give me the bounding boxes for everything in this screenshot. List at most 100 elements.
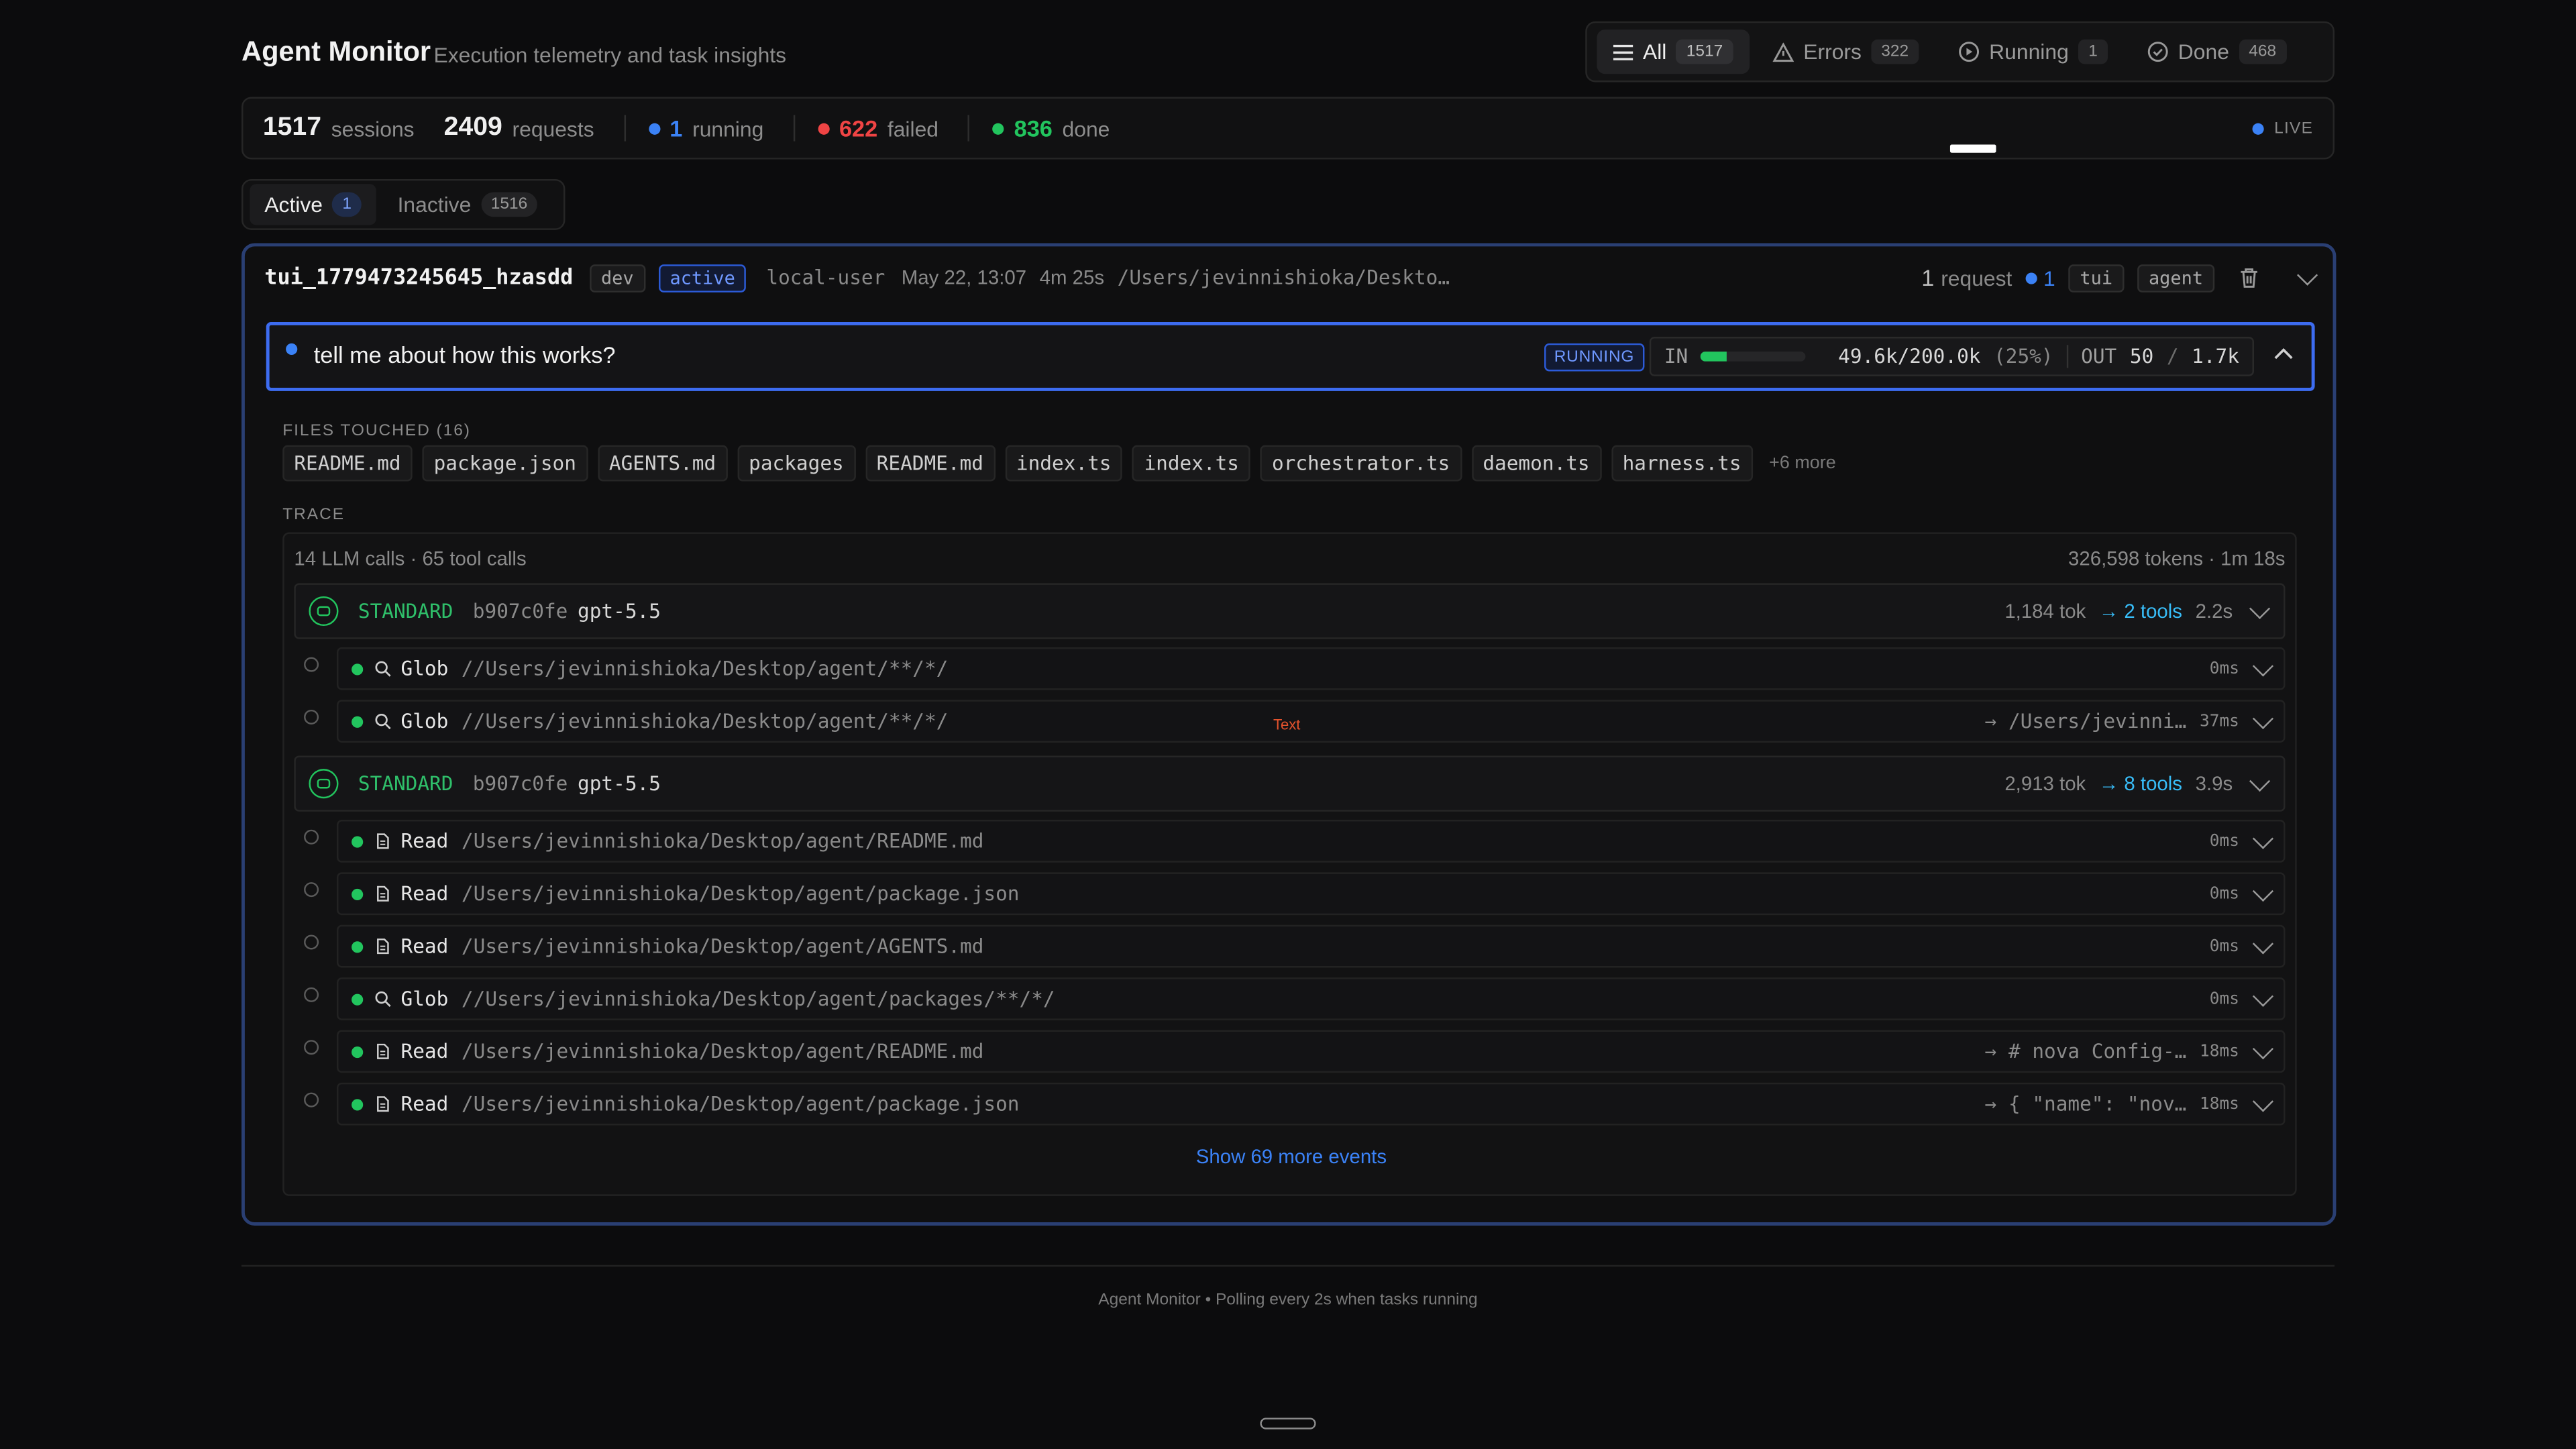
file-chip[interactable]: README.md (282, 445, 413, 482)
file-chip[interactable]: package.json (422, 445, 588, 482)
session-tag: agent (2137, 264, 2215, 292)
tool-time: 18ms (2199, 1095, 2239, 1114)
tool-call-row[interactable]: Read /Users/jevinnishioka/Desktop/agent/… (337, 924, 2286, 968)
chevron-down-icon[interactable] (2252, 1090, 2274, 1112)
tool-call-row[interactable]: Glob //Users/jevinnishioka/Desktop/agent… (337, 700, 2286, 743)
chevron-down-icon[interactable] (2252, 932, 2274, 954)
tool-name: Read (400, 1092, 449, 1116)
play-circle-icon (1958, 42, 1979, 62)
filter-done[interactable]: Done 468 (2131, 30, 2303, 74)
filter-count: 322 (1871, 39, 1919, 64)
tab-active[interactable]: Active 1 (250, 184, 376, 225)
filter-label: Done (2178, 39, 2229, 64)
tool-time: 0ms (2209, 937, 2239, 956)
filter-count: 468 (2239, 39, 2286, 64)
tab-count: 1516 (481, 192, 537, 217)
success-dot-icon (352, 715, 364, 727)
chevron-down-icon[interactable] (2252, 655, 2274, 676)
filter-count: 1 (2078, 39, 2108, 64)
drag-handle[interactable] (1260, 1417, 1316, 1430)
env-tag: dev (589, 264, 645, 292)
timeline-node-icon (304, 1092, 319, 1108)
timeline-node-icon (304, 987, 319, 1002)
status-badge: RUNNING (1544, 343, 1644, 372)
status-filter: All 1517 Errors 322 Running 1 Done 468 (1585, 21, 2334, 83)
call-time: 3.9s (2195, 772, 2233, 796)
done-count: 836 (1014, 115, 1053, 142)
stats-bar: 1517 sessions 2409 requests 1 running 62… (241, 97, 2334, 160)
tool-time: 18ms (2199, 1042, 2239, 1061)
trace-panel: 14 LLM calls · 65 tool calls 326,598 tok… (282, 532, 2298, 1196)
tab-inactive[interactable]: Inactive 1516 (383, 184, 552, 225)
tool-call-row[interactable]: Glob //Users/jevinnishioka/Desktop/agent… (337, 977, 2286, 1020)
chevron-down-icon[interactable] (2252, 707, 2274, 729)
tool-call-row[interactable]: Read /Users/jevinnishioka/Desktop/agent/… (337, 1030, 2286, 1073)
failed-dot-icon (818, 122, 830, 134)
files-more[interactable]: +6 more (1769, 453, 1836, 473)
tool-call-row[interactable]: Read /Users/jevinnishioka/Desktop/agent/… (337, 1082, 2286, 1126)
session-tag: tui (2068, 264, 2125, 292)
session-header[interactable]: tui_1779473245645_hzasdd dev active loca… (264, 260, 2318, 296)
file-chip[interactable]: index.ts (1132, 445, 1251, 482)
trace-summary: 14 LLM calls · 65 tool calls 326,598 tok… (294, 547, 2285, 570)
trash-icon[interactable] (2238, 266, 2261, 289)
success-dot-icon (352, 888, 364, 900)
timeline-node-icon (304, 1040, 319, 1055)
file-chip[interactable]: orchestrator.ts (1260, 445, 1462, 482)
file-chip[interactable]: index.ts (1004, 445, 1123, 482)
tool-arg: //Users/jevinnishioka/Desktop/agent/**/*… (461, 657, 949, 680)
tool-call-row[interactable]: Glob //Users/jevinnishioka/Desktop/agent… (337, 647, 2286, 690)
tool-call-row[interactable]: Read /Users/jevinnishioka/Desktop/agent/… (337, 872, 2286, 916)
llm-call-row[interactable]: STANDARD b907c0fe gpt-5.5 1,184 tok → 2 … (294, 583, 2286, 639)
out-label: OUT (2081, 345, 2117, 368)
in-label: IN (1664, 345, 1688, 368)
chevron-down-icon[interactable] (2252, 1037, 2274, 1059)
running-count: 1 (2043, 265, 2055, 290)
file-chip[interactable]: daemon.ts (1471, 445, 1601, 482)
stat-failed: 622 failed (818, 115, 938, 142)
divider (623, 115, 626, 142)
running-dot-icon (286, 343, 298, 355)
page-subtitle: Execution telemetry and task insights (433, 42, 787, 68)
call-kind: STANDARD (358, 599, 453, 623)
tool-name: Glob (400, 987, 449, 1011)
out-total: 1.7k (2192, 345, 2239, 368)
timeline-node-icon (304, 709, 319, 724)
token-progress-fill (1701, 352, 1727, 362)
filter-all[interactable]: All 1517 (1597, 30, 1750, 74)
filter-errors[interactable]: Errors 322 (1756, 30, 1935, 74)
tool-arg: //Users/jevinnishioka/Desktop/agent/**/*… (461, 709, 949, 733)
files-list: README.md package.json AGENTS.md package… (282, 445, 1836, 482)
timeline-node-icon (304, 934, 319, 950)
call-hash: b907c0fe (472, 772, 568, 796)
chevron-down-icon[interactable] (2252, 879, 2274, 901)
file-chip[interactable]: harness.ts (1611, 445, 1753, 482)
llm-call-row[interactable]: STANDARD b907c0fe gpt-5.5 2,913 tok → 8 … (294, 755, 2286, 812)
chevron-up-icon[interactable] (2273, 347, 2293, 360)
request-row[interactable]: tell me about how this works? RUNNING IN… (266, 322, 2315, 391)
chevron-down-icon[interactable] (2249, 769, 2271, 791)
session-duration: 4m 25s (1039, 266, 1105, 290)
running-dot-icon (2025, 272, 2037, 284)
tool-call-row[interactable]: Read /Users/jevinnishioka/Desktop/agent/… (337, 820, 2286, 863)
show-more-button[interactable]: Show 69 more events (284, 1145, 2298, 1168)
file-icon (377, 1096, 389, 1112)
sessions-label: sessions (331, 115, 415, 141)
file-chip[interactable]: AGENTS.md (597, 445, 728, 482)
tool-result: → /Users/jevinni… (1984, 709, 2187, 733)
running-count: 1 (669, 115, 683, 142)
chevron-down-icon[interactable] (2252, 827, 2274, 849)
chevron-down-icon[interactable] (2252, 985, 2274, 1006)
chevron-down-icon[interactable] (2249, 597, 2271, 619)
filter-count: 1517 (1676, 39, 1733, 64)
session-card: tui_1779473245645_hzasdd dev active loca… (241, 243, 2337, 1226)
file-chip[interactable]: README.md (865, 445, 996, 482)
chevron-down-icon[interactable] (2297, 264, 2318, 285)
filter-running[interactable]: Running 1 (1941, 30, 2124, 74)
tool-name: Read (400, 1040, 449, 1063)
stray-text-label: Text (1273, 716, 1301, 733)
file-chip[interactable]: packages (737, 445, 855, 482)
footer-divider (241, 1265, 2334, 1267)
check-circle-icon (2147, 42, 2168, 62)
success-dot-icon (352, 835, 364, 847)
